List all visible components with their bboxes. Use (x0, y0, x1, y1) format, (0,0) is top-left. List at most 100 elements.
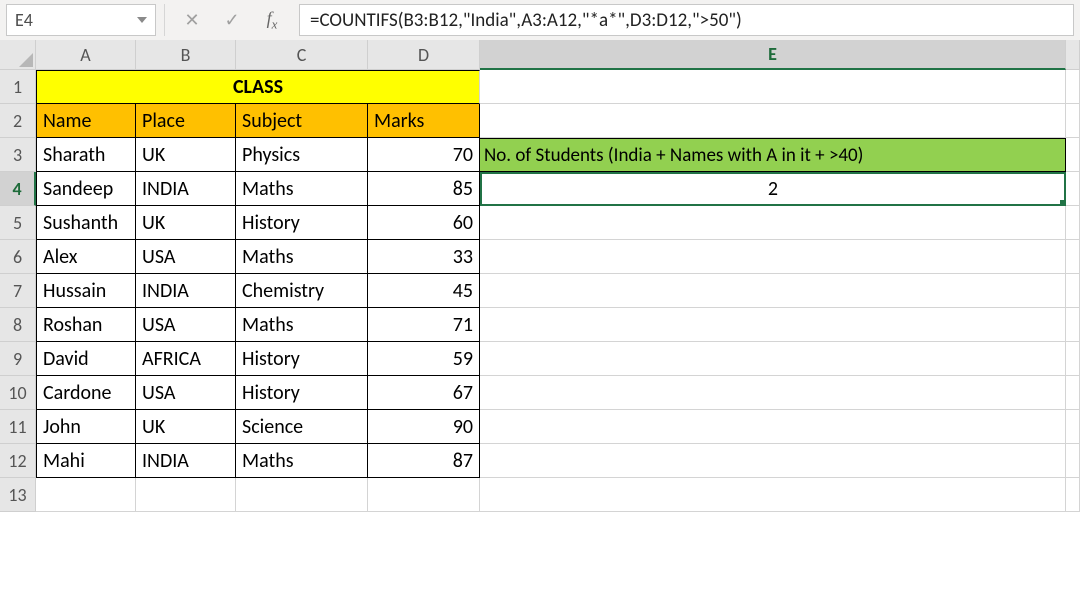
cell-D12[interactable]: 87 (368, 444, 480, 478)
cell-F12[interactable] (1066, 444, 1080, 478)
cell-E8[interactable] (480, 308, 1066, 342)
cell-D5[interactable]: 60 (368, 206, 480, 240)
col-header-C[interactable]: C (236, 40, 368, 70)
row-header-12[interactable]: 12 (0, 444, 36, 478)
cell-B5[interactable]: UK (136, 206, 236, 240)
cell-E6[interactable] (480, 240, 1066, 274)
cell-F5[interactable] (1066, 206, 1080, 240)
row-header-4[interactable]: 4 (0, 172, 36, 206)
cell-A5[interactable]: Sushanth (36, 206, 136, 240)
row-header-13[interactable]: 13 (0, 478, 36, 512)
row-header-7[interactable]: 7 (0, 274, 36, 308)
cell-E1[interactable] (480, 70, 1066, 104)
cell-C10[interactable]: History (236, 376, 368, 410)
col-header-D[interactable]: D (368, 40, 480, 70)
cell-B11[interactable]: UK (136, 410, 236, 444)
cell-B3[interactable]: UK (136, 138, 236, 172)
cell-F13[interactable] (1066, 478, 1080, 512)
cell-D6[interactable]: 33 (368, 240, 480, 274)
cell-F1[interactable] (1066, 70, 1080, 104)
cancel-button[interactable]: ✕ (179, 7, 205, 33)
cell-E12[interactable] (480, 444, 1066, 478)
cell-B6[interactable]: USA (136, 240, 236, 274)
cell-A4[interactable]: Sandeep (36, 172, 136, 206)
row-header-6[interactable]: 6 (0, 240, 36, 274)
cell-F4[interactable] (1066, 172, 1080, 206)
cell-C7[interactable]: Chemistry (236, 274, 368, 308)
cell-D10[interactable]: 67 (368, 376, 480, 410)
cell-D11[interactable]: 90 (368, 410, 480, 444)
cell-C11[interactable]: Science (236, 410, 368, 444)
cell-D2[interactable]: Marks (368, 104, 480, 138)
cell-E11[interactable] (480, 410, 1066, 444)
cell-B10[interactable]: USA (136, 376, 236, 410)
cell-F3[interactable] (1066, 138, 1080, 172)
cell-C13[interactable] (236, 478, 368, 512)
cell-B7[interactable]: INDIA (136, 274, 236, 308)
cell-A9[interactable]: David (36, 342, 136, 376)
cell-E10[interactable] (480, 376, 1066, 410)
row-header-5[interactable]: 5 (0, 206, 36, 240)
row-header-2[interactable]: 2 (0, 104, 36, 138)
cell-F8[interactable] (1066, 308, 1080, 342)
cell-C6[interactable]: Maths (236, 240, 368, 274)
select-all-cell[interactable] (0, 40, 36, 70)
cell-E3[interactable]: No. of Students (India + Names with A in… (480, 138, 1066, 172)
row-header-11[interactable]: 11 (0, 410, 36, 444)
cell-F2[interactable] (1066, 104, 1080, 138)
cell-A12[interactable]: Mahi (36, 444, 136, 478)
cell-E9[interactable] (480, 342, 1066, 376)
cell-A13[interactable] (36, 478, 136, 512)
col-header-B[interactable]: B (136, 40, 236, 70)
cell-A10[interactable]: Cardone (36, 376, 136, 410)
cell-E2[interactable] (480, 104, 1066, 138)
cell-D3[interactable]: 70 (368, 138, 480, 172)
cell-C2[interactable]: Subject (236, 104, 368, 138)
cell-D4[interactable]: 85 (368, 172, 480, 206)
cell-B2[interactable]: Place (136, 104, 236, 138)
cell-A7[interactable]: Hussain (36, 274, 136, 308)
cell-D7[interactable]: 45 (368, 274, 480, 308)
row-header-1[interactable]: 1 (0, 70, 36, 104)
insert-function-button[interactable]: fx (259, 7, 285, 33)
cell-E13[interactable] (480, 478, 1066, 512)
row-header-10[interactable]: 10 (0, 376, 36, 410)
spreadsheet-grid[interactable]: A B C D E 1 CLASS 2 Name Place Subject M… (0, 40, 1080, 512)
cell-C9[interactable]: History (236, 342, 368, 376)
cell-B9[interactable]: AFRICA (136, 342, 236, 376)
cell-E4[interactable]: 2 (480, 172, 1066, 206)
cell-B8[interactable]: USA (136, 308, 236, 342)
cell-E7[interactable] (480, 274, 1066, 308)
cell-A8[interactable]: Roshan (36, 308, 136, 342)
cell-A1[interactable]: CLASS (36, 70, 480, 104)
cell-C3[interactable]: Physics (236, 138, 368, 172)
col-header-E[interactable]: E (480, 40, 1066, 70)
cell-A3[interactable]: Sharath (36, 138, 136, 172)
cell-C4[interactable]: Maths (236, 172, 368, 206)
cell-F11[interactable] (1066, 410, 1080, 444)
cell-C12[interactable]: Maths (236, 444, 368, 478)
enter-button[interactable]: ✓ (219, 7, 245, 33)
cell-A2[interactable]: Name (36, 104, 136, 138)
cell-B13[interactable] (136, 478, 236, 512)
cell-D9[interactable]: 59 (368, 342, 480, 376)
cell-A11[interactable]: John (36, 410, 136, 444)
cell-E5[interactable] (480, 206, 1066, 240)
row-header-9[interactable]: 9 (0, 342, 36, 376)
formula-input[interactable]: =COUNTIFS(B3:B12,"India",A3:A12,"*a*",D3… (299, 4, 1074, 36)
cell-D13[interactable] (368, 478, 480, 512)
cell-C5[interactable]: History (236, 206, 368, 240)
cell-F9[interactable] (1066, 342, 1080, 376)
cell-D8[interactable]: 71 (368, 308, 480, 342)
row-header-8[interactable]: 8 (0, 308, 36, 342)
cell-A6[interactable]: Alex (36, 240, 136, 274)
col-header-A[interactable]: A (36, 40, 136, 70)
name-box[interactable]: E4 (6, 4, 156, 36)
dropdown-icon[interactable] (137, 17, 147, 23)
row-header-3[interactable]: 3 (0, 138, 36, 172)
cell-B12[interactable]: INDIA (136, 444, 236, 478)
cell-B4[interactable]: INDIA (136, 172, 236, 206)
cell-C8[interactable]: Maths (236, 308, 368, 342)
cell-F7[interactable] (1066, 274, 1080, 308)
cell-F10[interactable] (1066, 376, 1080, 410)
